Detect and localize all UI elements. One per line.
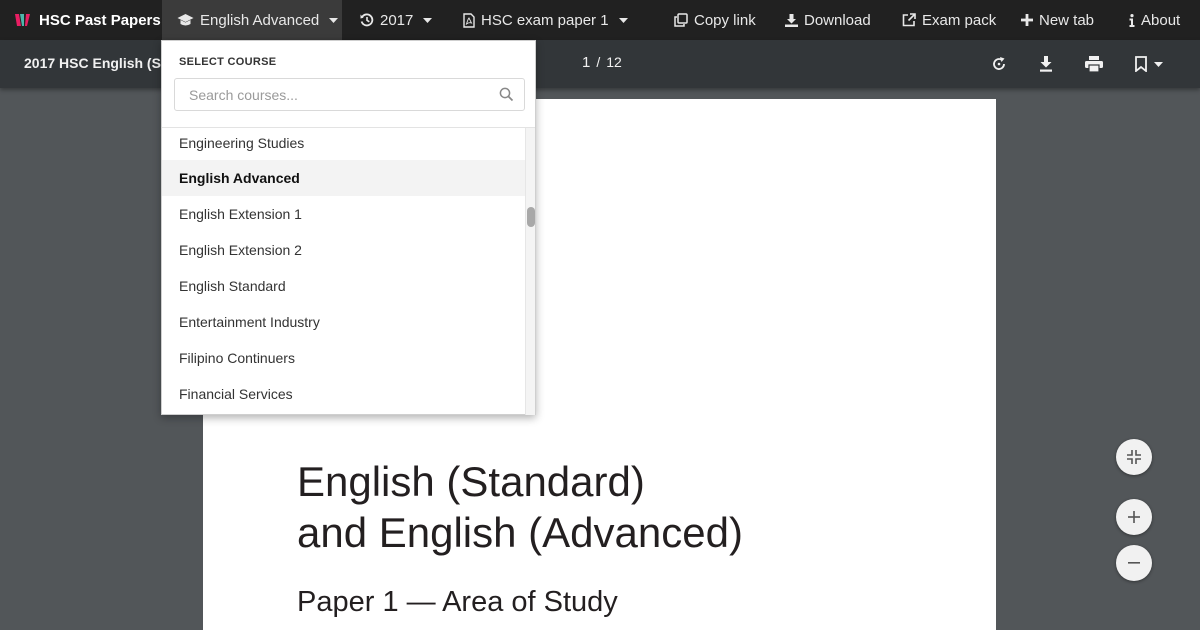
new-tab-label: New tab — [1039, 11, 1095, 29]
chevron-down-icon — [423, 17, 433, 23]
bookmark-menu-button[interactable] — [1130, 52, 1166, 76]
exam-pack-label: Exam pack — [922, 11, 997, 29]
year-selector[interactable]: 2017 — [360, 0, 433, 40]
pdf-file-icon — [463, 12, 475, 28]
course-option-selected[interactable]: English Advanced — [162, 160, 525, 196]
zoom-in-button[interactable] — [1116, 499, 1152, 535]
graduation-cap-icon — [177, 14, 194, 26]
document-heading-line1: English (Standard) — [297, 458, 645, 505]
fit-page-button[interactable] — [1116, 439, 1152, 475]
download-label: Download — [804, 11, 871, 29]
about-button[interactable]: About — [1129, 0, 1180, 40]
bookmark-icon — [1134, 56, 1147, 72]
new-tab-button[interactable]: New tab — [1021, 0, 1094, 40]
history-icon — [360, 13, 374, 27]
minus-icon — [1128, 562, 1140, 564]
copy-icon — [674, 13, 688, 27]
chevron-down-icon — [618, 17, 628, 23]
external-link-icon — [902, 13, 916, 27]
download-icon — [785, 13, 798, 27]
course-selector-label: English Advanced — [200, 11, 320, 29]
logo-icon — [15, 14, 30, 26]
print-icon — [1085, 56, 1103, 72]
document-heading-line2: and English (Advanced) — [297, 509, 743, 556]
download-icon — [1040, 56, 1052, 72]
course-option[interactable]: Financial Services — [162, 376, 525, 412]
total-pages: 12 — [606, 54, 622, 70]
brand-label: HSC Past Papers — [39, 11, 161, 29]
dropdown-header: SELECT COURSE — [179, 56, 277, 68]
info-icon — [1129, 13, 1135, 27]
rotate-icon — [993, 57, 1005, 70]
scrollbar-thumb[interactable] — [527, 207, 535, 227]
course-option[interactable]: English Standard — [162, 268, 525, 304]
copy-link-label: Copy link — [694, 11, 756, 29]
current-page-number[interactable]: 1 — [582, 54, 590, 71]
course-option[interactable]: Engineering Studies — [162, 128, 525, 160]
plus-icon — [1128, 511, 1140, 523]
document-title: 2017 HSC English (Standard) and English … — [24, 55, 174, 71]
course-dropdown: SELECT COURSE Engineering Studies Englis… — [161, 40, 536, 415]
dropdown-scrollbar[interactable] — [525, 128, 535, 415]
course-option[interactable]: English Extension 1 — [162, 196, 525, 232]
course-search-box — [174, 78, 525, 111]
course-option[interactable]: Entertainment Industry — [162, 304, 525, 340]
plus-icon — [1021, 14, 1033, 26]
zoom-out-button[interactable] — [1116, 545, 1152, 581]
exam-pack-button[interactable]: Exam pack — [902, 0, 996, 40]
course-search-input[interactable] — [175, 79, 485, 110]
copy-link-button[interactable]: Copy link — [674, 0, 756, 40]
paper-selector[interactable]: HSC exam paper 1 — [463, 0, 628, 40]
paper-selector-label: HSC exam paper 1 — [481, 11, 609, 29]
search-icon — [499, 87, 514, 102]
print-button[interactable] — [1082, 52, 1106, 76]
course-option[interactable]: English Extension 2 — [162, 232, 525, 268]
page-separator: / — [596, 54, 601, 70]
brand-link[interactable]: HSC Past Papers — [14, 0, 161, 40]
chevron-down-icon — [1153, 61, 1163, 67]
document-heading: English (Standard) and English (Advanced… — [297, 456, 743, 558]
chevron-down-icon — [329, 17, 339, 23]
about-label: About — [1141, 11, 1181, 29]
year-selector-label: 2017 — [380, 11, 414, 29]
course-option[interactable]: Filipino Continuers — [162, 340, 525, 376]
download-button[interactable]: Download — [785, 0, 871, 40]
course-list: Engineering Studies English Advanced Eng… — [162, 128, 525, 415]
compress-icon — [1127, 450, 1141, 464]
page-indicator: 1 / 12 — [582, 54, 622, 71]
document-subheading: Paper 1 — Area of Study — [297, 586, 618, 618]
pdf-download-button[interactable] — [1034, 52, 1058, 76]
rotate-button[interactable] — [987, 52, 1011, 76]
course-selector[interactable]: English Advanced — [162, 0, 342, 40]
top-navbar: HSC Past Papers English Advanced 2017 HS… — [0, 0, 1200, 40]
